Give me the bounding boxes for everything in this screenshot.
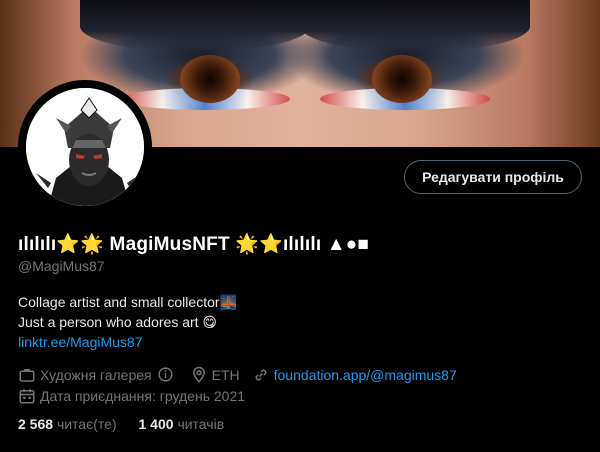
followers-link[interactable]: 1 400 читачів <box>139 416 225 432</box>
bio-link[interactable]: linktr.ee/MagiMus87 <box>18 334 143 350</box>
profile-category: Художня галерея <box>18 366 178 384</box>
following-link[interactable]: 2 568 читає(те) <box>18 416 117 432</box>
following-label: читає(те) <box>56 416 117 432</box>
edit-profile-button[interactable]: Редагувати профіль <box>404 160 582 194</box>
location-pin-icon <box>192 366 205 383</box>
followers-label: читачів <box>177 416 225 432</box>
banner-art-detail <box>180 55 240 103</box>
display-name: ılılılı⭐🌟 MagiMusNFT 🌟⭐ılılılı ▲●■ <box>18 234 370 255</box>
bio-line: Collage artist and small collector🌉 <box>18 294 237 310</box>
profile-website: foundation.app/@magimus87 <box>252 366 457 384</box>
avatar-portrait <box>26 88 144 206</box>
avatar[interactable] <box>18 80 152 214</box>
location-label: ETH <box>211 366 240 383</box>
profile-bio: Collage artist and small collector🌉 Just… <box>18 292 237 352</box>
bio-line: Just a person who adores art 😋 <box>18 314 218 330</box>
banner-art-detail <box>372 55 432 103</box>
follow-counts: 2 568 читає(те) 1 400 читачів <box>18 416 242 432</box>
followers-count: 1 400 <box>138 416 174 432</box>
link-icon <box>255 369 267 380</box>
banner-art-detail <box>300 0 530 52</box>
joined-date: Дата приєднання: грудень 2021 <box>40 387 246 404</box>
website-link[interactable]: foundation.app/@magimus87 <box>274 367 457 383</box>
profile-joined: Дата приєднання: грудень 2021 <box>18 387 245 405</box>
profile-location: ETH <box>190 366 240 384</box>
calendar-icon <box>19 388 35 403</box>
following-count: 2 568 <box>18 416 54 432</box>
info-icon[interactable] <box>157 366 174 383</box>
briefcase-icon <box>19 368 35 382</box>
banner-art-detail <box>80 0 310 52</box>
user-handle: @MagiMus87 <box>18 258 105 274</box>
profile-meta: Художня галерея ETH foundation.app/@magi… <box>18 364 469 406</box>
category-label: Художня галерея <box>40 366 152 383</box>
